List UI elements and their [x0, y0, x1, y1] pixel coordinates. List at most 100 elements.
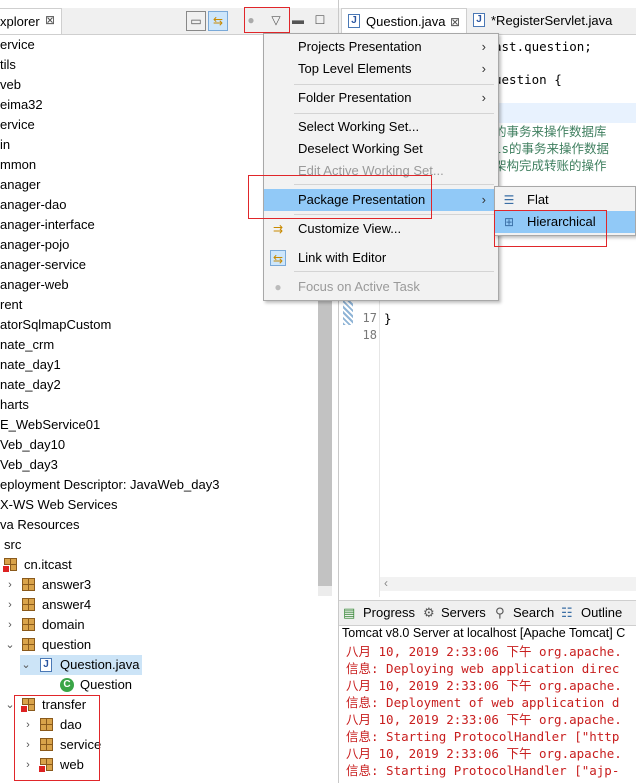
chevron-right-icon: ›: [481, 39, 486, 54]
close-icon[interactable]: ⊠: [45, 13, 55, 27]
tree-item-label: cn.itcast: [24, 557, 72, 572]
tree-item-label: atorSqlmapCustom: [0, 317, 112, 332]
line-number: 17: [362, 311, 377, 325]
chevron-down-icon[interactable]: ⌄: [4, 635, 16, 655]
tree-item-package[interactable]: ⌄ question: [0, 635, 200, 655]
tree-item-label: anager: [0, 177, 41, 192]
chevron-right-icon: ›: [481, 61, 486, 76]
tree-item-label: anager-service: [0, 257, 86, 272]
tree-item[interactable]: E_WebService01: [0, 415, 100, 435]
tree-item-label: harts: [0, 397, 29, 412]
tree-item[interactable]: Veb_day10: [0, 435, 65, 455]
java-file-icon: J: [348, 14, 360, 28]
menu-item-projects-presentation[interactable]: Projects Presentation ›: [264, 36, 498, 58]
tree-item[interactable]: anager: [0, 175, 40, 195]
java-file-icon: J: [473, 13, 485, 27]
tree-item[interactable]: eima32: [0, 95, 43, 115]
tree-item-label: ervice: [0, 37, 35, 52]
tree-item-label: rent: [0, 297, 23, 312]
tree-item[interactable]: anager-interface: [0, 215, 95, 235]
menu-item-link-with-editor[interactable]: ⇆ Link with Editor: [264, 247, 498, 269]
editor-horizontal-scrollbar[interactable]: ‹: [380, 576, 636, 591]
code-line: uestion {: [494, 72, 562, 87]
tree-item-package[interactable]: › answer3: [0, 575, 200, 595]
tree-item[interactable]: anager-web: [0, 275, 69, 295]
tree-item-package[interactable]: cn.itcast: [0, 555, 200, 575]
tree-item[interactable]: in: [0, 135, 10, 155]
tree-item[interactable]: ervice: [0, 35, 35, 55]
customize-view-icon: ⇉: [272, 222, 284, 236]
tree-item-file-selected[interactable]: ⌄ J Question.java: [20, 655, 142, 675]
tree-item[interactable]: nate_crm: [0, 335, 54, 355]
tree-item[interactable]: veb: [0, 75, 21, 95]
tree-item[interactable]: Veb_day3: [0, 455, 58, 475]
editor-tab-bar: J Question.java ⊠ J *RegisterServlet.jav…: [339, 8, 636, 35]
tree-item[interactable]: mmon: [0, 155, 36, 175]
link-editor-icon[interactable]: ⇆: [208, 11, 228, 31]
tree-item-label: anager-pojo: [0, 237, 70, 252]
menu-item-folder-presentation[interactable]: Folder Presentation ›: [264, 87, 498, 109]
tree-item[interactable]: anager-service: [0, 255, 86, 275]
package-icon: [22, 618, 35, 631]
tree-item-label: Veb_day3: [0, 457, 58, 472]
highlight-transfer-package: [14, 695, 100, 781]
tab-register-servlet[interactable]: J *RegisterServlet.java: [471, 8, 636, 34]
tree-item[interactable]: harts: [0, 395, 29, 415]
tab-label: Outline: [581, 605, 623, 620]
menu-item-deselect-working-set[interactable]: Deselect Working Set: [264, 138, 498, 160]
chevron-right-icon: ›: [481, 192, 486, 207]
minimize-icon[interactable]: ▬: [288, 11, 308, 31]
tree-item-label: va Resources: [0, 517, 80, 532]
collapse-all-icon[interactable]: ▭: [186, 11, 206, 31]
tree-item[interactable]: anager-dao: [0, 195, 67, 215]
menu-item-select-working-set[interactable]: Select Working Set...: [264, 116, 498, 138]
chevron-down-icon[interactable]: ⌄: [20, 655, 32, 675]
explorer-tab[interactable]: xplorer ⊠: [0, 8, 62, 34]
close-icon[interactable]: ⊠: [450, 9, 460, 35]
tree-item-label: anager-interface: [0, 217, 95, 232]
tree-item-label: eployment Descriptor: JavaWeb_day3: [0, 477, 220, 492]
tab-label: *RegisterServlet.java: [491, 13, 613, 28]
tree-item[interactable]: anager-pojo: [0, 235, 69, 255]
tree-item[interactable]: atorSqlmapCustom: [0, 315, 111, 335]
tree-item-class[interactable]: C Question: [0, 675, 200, 695]
tree-item[interactable]: tils: [0, 55, 16, 75]
java-file-icon: J: [40, 658, 52, 672]
tree-item-label: answer3: [42, 577, 92, 592]
tree-item-label: nate_day2: [0, 377, 61, 392]
submenu-item-flat[interactable]: ☰ Flat: [495, 189, 635, 211]
chevron-right-icon[interactable]: ›: [4, 615, 16, 635]
outline-icon: ☷: [561, 605, 573, 620]
tree-item[interactable]: ervice: [0, 115, 35, 135]
scroll-left-icon[interactable]: ‹: [384, 576, 388, 590]
package-error-icon: [2, 558, 17, 573]
tree-item-label: nate_crm: [0, 337, 55, 352]
menu-item-top-level-elements[interactable]: Top Level Elements ›: [264, 58, 498, 80]
tree-item[interactable]: nate_day2: [0, 375, 61, 395]
tree-item[interactable]: X-WS Web Services: [0, 495, 118, 515]
menu-item-focus-on-active-task: ● Focus on Active Task: [264, 276, 498, 298]
tree-item[interactable]: rent: [0, 295, 22, 315]
tree-item-package[interactable]: › domain: [0, 615, 200, 635]
console-title: Tomcat v8.0 Server at localhost [Apache …: [342, 626, 626, 640]
tree-item-label: question: [42, 637, 92, 652]
flat-list-icon: ☰: [503, 193, 515, 207]
menu-item-label: Projects Presentation: [298, 39, 422, 54]
tab-question-java[interactable]: J Question.java ⊠: [341, 8, 467, 34]
chevron-right-icon[interactable]: ›: [4, 575, 16, 595]
tree-item[interactable]: eployment Descriptor: JavaWeb_day3: [0, 475, 219, 495]
chevron-right-icon: ›: [481, 90, 486, 105]
chevron-right-icon[interactable]: ›: [4, 595, 16, 615]
menu-separator: [294, 113, 494, 114]
tree-item[interactable]: va Resources: [0, 515, 79, 535]
tree-item-label: ervice: [0, 117, 35, 132]
tree-item-label: in: [0, 137, 11, 152]
code-line: ast.question;: [494, 39, 592, 54]
tree-item-src[interactable]: src: [4, 535, 21, 555]
maximize-icon[interactable]: ☐: [310, 11, 330, 31]
menu-item-customize-view[interactable]: ⇉ Customize View...: [264, 218, 498, 240]
package-icon: [22, 638, 35, 651]
tree-item-package[interactable]: › answer4: [0, 595, 200, 615]
tree-item[interactable]: nate_day1: [0, 355, 61, 375]
explorer-tab-label: xplorer: [0, 14, 40, 29]
